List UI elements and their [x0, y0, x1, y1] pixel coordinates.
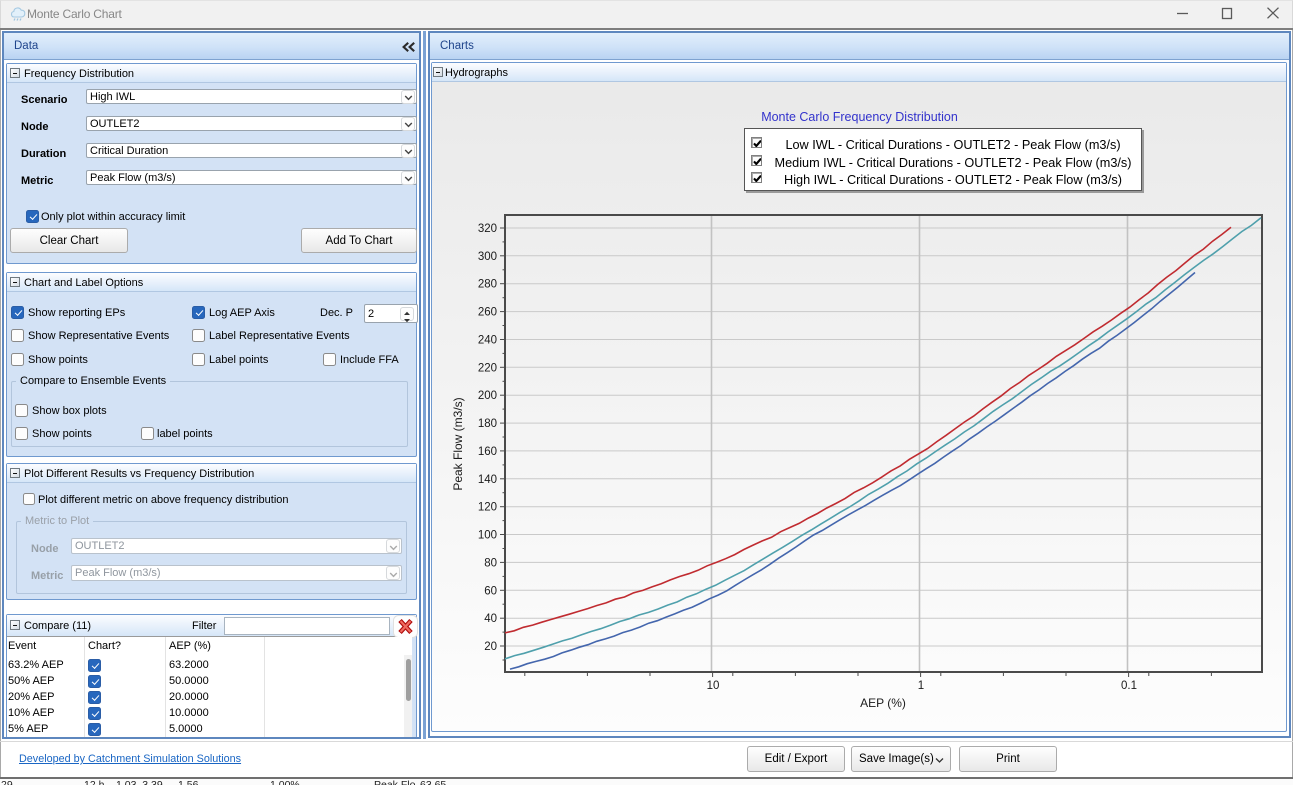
svg-text:20: 20 [484, 641, 497, 653]
svg-text:220: 220 [478, 362, 497, 374]
svg-text:200: 200 [478, 390, 497, 402]
svg-text:100: 100 [478, 530, 497, 542]
svg-text:300: 300 [478, 251, 497, 263]
svg-text:180: 180 [478, 418, 497, 430]
svg-text:40: 40 [484, 613, 497, 625]
svg-text:AEP (%): AEP (%) [860, 696, 906, 710]
svg-text:10: 10 [707, 680, 720, 692]
svg-text:Peak Flow (m3/s): Peak Flow (m3/s) [451, 397, 465, 490]
svg-text:260: 260 [478, 307, 497, 319]
svg-text:160: 160 [478, 446, 497, 458]
svg-text:0.1: 0.1 [1121, 680, 1137, 692]
svg-text:80: 80 [484, 557, 497, 569]
svg-text:240: 240 [478, 335, 497, 347]
svg-text:120: 120 [478, 502, 497, 514]
svg-text:320: 320 [478, 223, 497, 235]
svg-text:60: 60 [484, 585, 497, 597]
svg-text:140: 140 [478, 474, 497, 486]
svg-text:1: 1 [918, 680, 924, 692]
svg-text:280: 280 [478, 279, 497, 291]
